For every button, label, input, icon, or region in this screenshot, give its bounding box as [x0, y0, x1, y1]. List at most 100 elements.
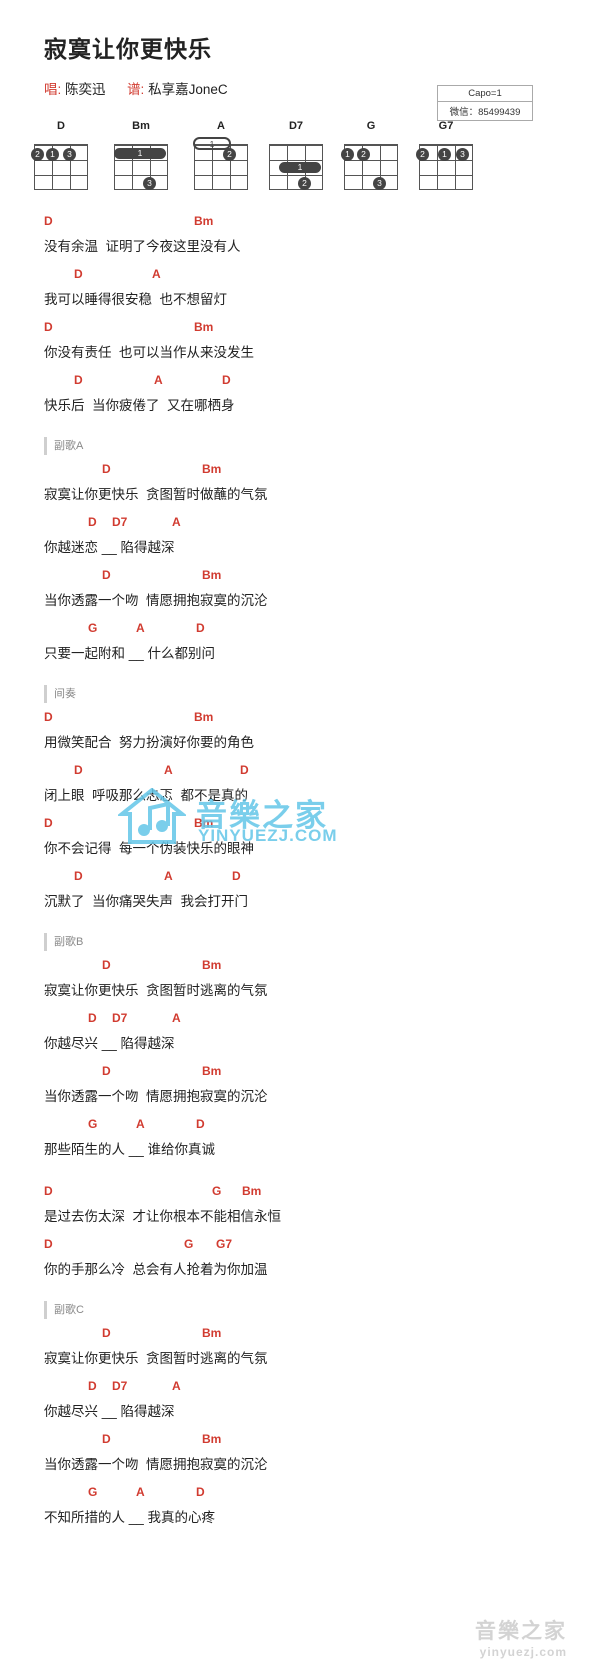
lyric-row: 寂寞让你更快乐 贪图暂时逃离的气氛	[44, 979, 565, 1011]
capo-box: Capo=1 微信：85499439	[437, 85, 533, 121]
chord-label: D	[222, 373, 231, 387]
sheet-page: 寂寞让你更快乐 唱: 陈奕迅 谱: 私享嘉JoneC Capo=1 微信：854…	[0, 30, 591, 1673]
lyric-row: 你越尽兴 __ 陷得越深	[44, 1400, 565, 1432]
section-header-interlude: 间奏	[44, 684, 565, 704]
lyric-text: 没有余温 证明了今夜这里没有人	[44, 239, 241, 254]
chord-label: Bm	[202, 1064, 222, 1078]
chord-diagram-d: D 2 1 3	[31, 120, 98, 190]
chord-name: G	[366, 120, 376, 132]
chord-dot: 2	[31, 148, 44, 161]
chord-grid: 1 2 3	[341, 144, 398, 190]
lyric-text: 寂寞让你更快乐 贪图暂时做蘸的气氛	[44, 487, 268, 502]
song-line: D A D 闭上眼 呼吸那么忐忑 都不是真的	[44, 763, 565, 816]
lyric-text: 你没有责任 也可以当作从来没发生	[44, 345, 255, 360]
singer-name: 陈奕迅	[65, 82, 106, 97]
lyric-text: 沉默了 当你痛哭失声 我会打开门	[44, 894, 249, 909]
chord-label: G	[184, 1237, 194, 1251]
chord-label: D	[240, 763, 249, 777]
chord-dot: 1	[341, 148, 354, 161]
chord-name: Bm	[132, 120, 150, 132]
lyric-row: 我可以睡得很安稳 也不想留灯	[44, 288, 565, 320]
lyric-text: 寂寞让你更快乐 贪图暂时逃离的气氛	[44, 1351, 268, 1366]
lyric-text: 当你透露一个吻 情愿拥抱寂寞的沉沦	[44, 1089, 268, 1104]
chord-label: A	[164, 763, 173, 777]
lyric-row: 寂寞让你更快乐 贪图暂时做蘸的气氛	[44, 483, 565, 515]
chord-label: A	[172, 1011, 181, 1025]
chord-row: D A D	[44, 869, 565, 890]
chord-dot: 2	[357, 148, 370, 161]
song-line: D D7 A 你越尽兴 __ 陷得越深	[44, 1011, 565, 1064]
section-header-chorus-a: 副歌A	[44, 436, 565, 456]
chord-row: D Bm	[44, 214, 565, 235]
chord-dot: 3	[373, 177, 386, 190]
lyric-row: 你越尽兴 __ 陷得越深	[44, 1032, 565, 1064]
chord-label: D	[232, 869, 241, 883]
watermark-bottom-subtext: yinyuezj.com	[479, 1645, 567, 1659]
chord-dot: 3	[143, 177, 156, 190]
watermark-bottom-text: 音樂之家	[475, 1620, 567, 1643]
chord-label: D	[44, 214, 53, 228]
song-line: D Bm 当你透露一个吻 情愿拥抱寂寞的沉沦	[44, 1064, 565, 1117]
chord-row: D Bm	[44, 1432, 565, 1453]
chord-label: D	[102, 462, 111, 476]
chord-label: D7	[112, 515, 128, 529]
chord-dot: 2	[223, 148, 236, 161]
chord-label: D	[44, 816, 53, 830]
song-line: D A D 沉默了 当你痛哭失声 我会打开门	[44, 869, 565, 922]
arranger-name: 私享嘉JoneC	[148, 82, 228, 97]
section-header-chorus-c: 副歌C	[44, 1300, 565, 1320]
chord-grid: 2 1 3	[416, 144, 473, 190]
chord-name: D	[57, 120, 65, 132]
lyric-text: 你越尽兴 __ 陷得越深	[44, 1404, 175, 1419]
lyric-text: 你不会记得 每一个伪装快乐的眼神	[44, 841, 255, 856]
chord-name: D7	[288, 120, 304, 132]
chord-label: G	[88, 1117, 98, 1131]
chord-label: Bm	[194, 710, 214, 724]
chord-label: D	[74, 267, 83, 281]
chord-row: D Bm	[44, 1326, 565, 1347]
chord-row: D Bm	[44, 958, 565, 979]
chord-dot: 1	[46, 148, 59, 161]
chord-dot: 3	[63, 148, 76, 161]
chord-label: A	[172, 1379, 181, 1393]
song-line: D Bm 寂寞让你更快乐 贪图暂时做蘸的气氛	[44, 462, 565, 515]
arranger-label: 谱:	[127, 82, 145, 97]
chord-label: G	[88, 621, 98, 635]
song-line: D G G7 你的手那么冷 总会有人抢着为你加温	[44, 1237, 565, 1290]
chord-diagram-g7: G7 2 1 3	[416, 120, 483, 190]
lyric-row: 当你透露一个吻 情愿拥抱寂寞的沉沦	[44, 589, 565, 621]
chord-label: D	[88, 515, 97, 529]
song-line: G A D 不知所措的人 __ 我真的心疼	[44, 1485, 565, 1538]
chord-row: D Bm	[44, 320, 565, 341]
chord-label: Bm	[194, 214, 214, 228]
lyric-row: 当你透露一个吻 情愿拥抱寂寞的沉沦	[44, 1085, 565, 1117]
chord-label: Bm	[194, 320, 214, 334]
chord-label: Bm	[242, 1184, 262, 1198]
song-line: D Bm 当你透露一个吻 情愿拥抱寂寞的沉沦	[44, 1432, 565, 1485]
chord-row: D A D	[44, 373, 565, 394]
lyric-row: 没有余温 证明了今夜这里没有人	[44, 235, 565, 267]
lyric-text: 那些陌生的人 __ 谁给你真诚	[44, 1142, 216, 1157]
chord-barre: 1	[114, 148, 166, 159]
chord-label: D	[102, 1064, 111, 1078]
chord-label: D	[44, 1237, 53, 1251]
chord-name: G7	[438, 120, 454, 132]
lyric-text: 是过去伤太深 才让你根本不能相信永恒	[44, 1209, 282, 1224]
chord-grid: 1 2	[193, 137, 248, 190]
chord-row: G A D	[44, 621, 565, 642]
lyric-row: 沉默了 当你痛哭失声 我会打开门	[44, 890, 565, 922]
chord-label: D	[196, 1117, 205, 1131]
lyric-row: 快乐后 当你疲倦了 又在哪栖身	[44, 394, 565, 426]
capo-value: Capo=1	[438, 86, 532, 102]
chord-diagram-d7: D7 1 2	[269, 120, 333, 190]
lyric-text: 不知所措的人 __ 我真的心疼	[44, 1510, 216, 1525]
chord-dot: 1	[438, 148, 451, 161]
chord-label: D	[196, 621, 205, 635]
lyric-text: 只要一起附和 __ 什么都别问	[44, 646, 216, 661]
chord-label: Bm	[202, 1326, 222, 1340]
lyric-row: 只要一起附和 __ 什么都别问	[44, 642, 565, 674]
chord-label: D	[102, 1326, 111, 1340]
wechat-value: 微信：85499439	[449, 107, 521, 118]
chord-row: D Bm	[44, 816, 565, 837]
chord-row: D Bm	[44, 462, 565, 483]
